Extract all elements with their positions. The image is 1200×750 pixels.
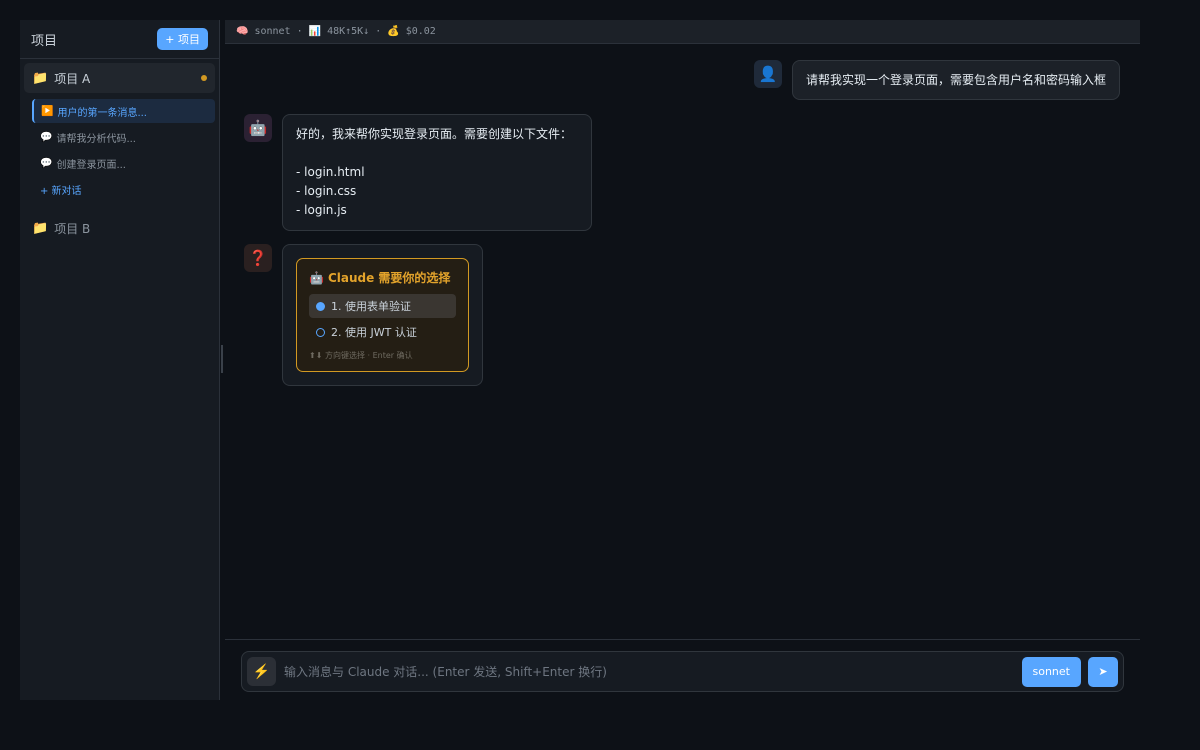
choice-hint: ⬆⬇ 方向键选择 · Enter 确认 [309,351,413,360]
sidebar: 项目 + 项目 📁 项目 A ▶️ 用户的第一条消息... 💬 请帮我分析代码.… [20,20,223,700]
option-label: 2. 使用 JWT 认证 [331,326,417,339]
option-label: 1. 使用表单验证 [331,300,411,313]
message-line: 好的，我来帮你实现登录页面。需要创建以下文件： [296,127,573,141]
assistant-message: 🤖 好的，我来帮你实现登录页面。需要创建以下文件： - login.html -… [244,114,592,231]
conversation-label: 用户的第一条消息... [57,107,147,119]
choice-option-2[interactable]: 2. 使用 JWT 认证 [309,320,456,344]
project-name: 项目 B [54,221,91,236]
money-bag-icon: 💰 [387,26,400,37]
assistant-message-bubble: 好的，我来帮你实现登录页面。需要创建以下文件： - login.html - l… [282,114,592,231]
radio-empty-icon [316,327,325,337]
unread-dot-icon [201,75,207,81]
choice-title: 🤖 Claude 需要你的选择 [309,269,456,286]
brain-icon: 🧠 [236,26,249,37]
app-window: 项目 + 项目 📁 项目 A ▶️ 用户的第一条消息... 💬 请帮我分析代码.… [20,20,1140,700]
status-bar: 🧠 sonnet · 📊 48K↑5K↓ · 💰 $0.02 [225,20,1140,44]
input-bar: ⚡ sonnet ➤ [225,639,1140,700]
robot-avatar-icon: 🤖 [244,114,272,142]
sidebar-header: 项目 + 项目 [20,20,219,59]
message-line: - login.css [296,184,357,198]
input-wrapper: ⚡ sonnet ➤ [241,651,1124,692]
message-line [296,144,578,163]
sidebar-title: 项目 [31,33,58,49]
conversation-label: 请帮我分析代码... [56,133,136,145]
question-mark-icon: ❓ [244,244,272,272]
conversation-item[interactable]: 💬 创建登录页面... [32,151,215,175]
choice-card: 🤖 Claude 需要你的选择 1. 使用表单验证 2. 使用 JWT 认证 ⬆… [296,258,469,372]
separator: · [375,26,382,37]
choice-message: ❓ 🤖 Claude 需要你的选择 1. 使用表单验证 2. 使用 JWT 认证… [244,244,483,386]
user-message: 👤 请帮我实现一个登录页面，需要包含用户名和密码输入框 [753,60,1120,100]
conversation-item-active[interactable]: ▶️ 用户的第一条消息... [32,99,215,123]
project-name: 项目 A [54,71,91,86]
sidebar-resize-handle[interactable] [221,345,223,373]
model-name: sonnet [254,26,291,37]
cost-value: $0.02 [405,26,436,37]
choice-title-text: Claude 需要你的选择 [327,271,451,285]
user-avatar-icon: 👤 [753,60,782,88]
send-button[interactable]: ➤ [1088,656,1118,687]
project-item-a[interactable]: 📁 项目 A [24,63,215,93]
separator: · [296,26,303,37]
message-input[interactable] [276,664,1022,679]
message-line: - login.html [296,165,365,179]
folder-icon: 📁 [32,70,49,86]
user-message-bubble: 请帮我实现一个登录页面，需要包含用户名和密码输入框 [791,60,1120,100]
folder-icon: 📁 [32,220,49,236]
choice-option-1[interactable]: 1. 使用表单验证 [309,294,456,318]
lightning-icon[interactable]: ⚡ [247,657,276,686]
radio-selected-icon [316,301,325,311]
robot-icon: 🤖 [309,270,324,285]
new-conversation-button[interactable]: + 新对话 [32,177,215,201]
token-count: 48K↑5K↓ [327,26,370,37]
conversation-label: 创建登录页面... [56,159,126,171]
choice-bubble: 🤖 Claude 需要你的选择 1. 使用表单验证 2. 使用 JWT 认证 ⬆… [282,244,483,386]
conversation-item[interactable]: 💬 请帮我分析代码... [32,125,215,149]
main-panel: 🧠 sonnet · 📊 48K↑5K↓ · 💰 $0.02 👤 请帮我实现一个… [225,20,1140,700]
message-line: - login.js [296,203,347,217]
play-icon: ▶️ [41,105,54,117]
speech-bubble-icon: 💬 [40,157,53,169]
chat-area: 👤 请帮我实现一个登录页面，需要包含用户名和密码输入框 🤖 好的，我来帮你实现登… [225,44,1140,639]
add-project-button[interactable]: + 项目 [157,28,208,50]
model-select-button[interactable]: sonnet [1021,656,1081,687]
project-item-b[interactable]: 📁 项目 B [24,213,215,243]
chart-icon: 📊 [308,26,322,37]
speech-bubble-icon: 💬 [40,131,53,143]
